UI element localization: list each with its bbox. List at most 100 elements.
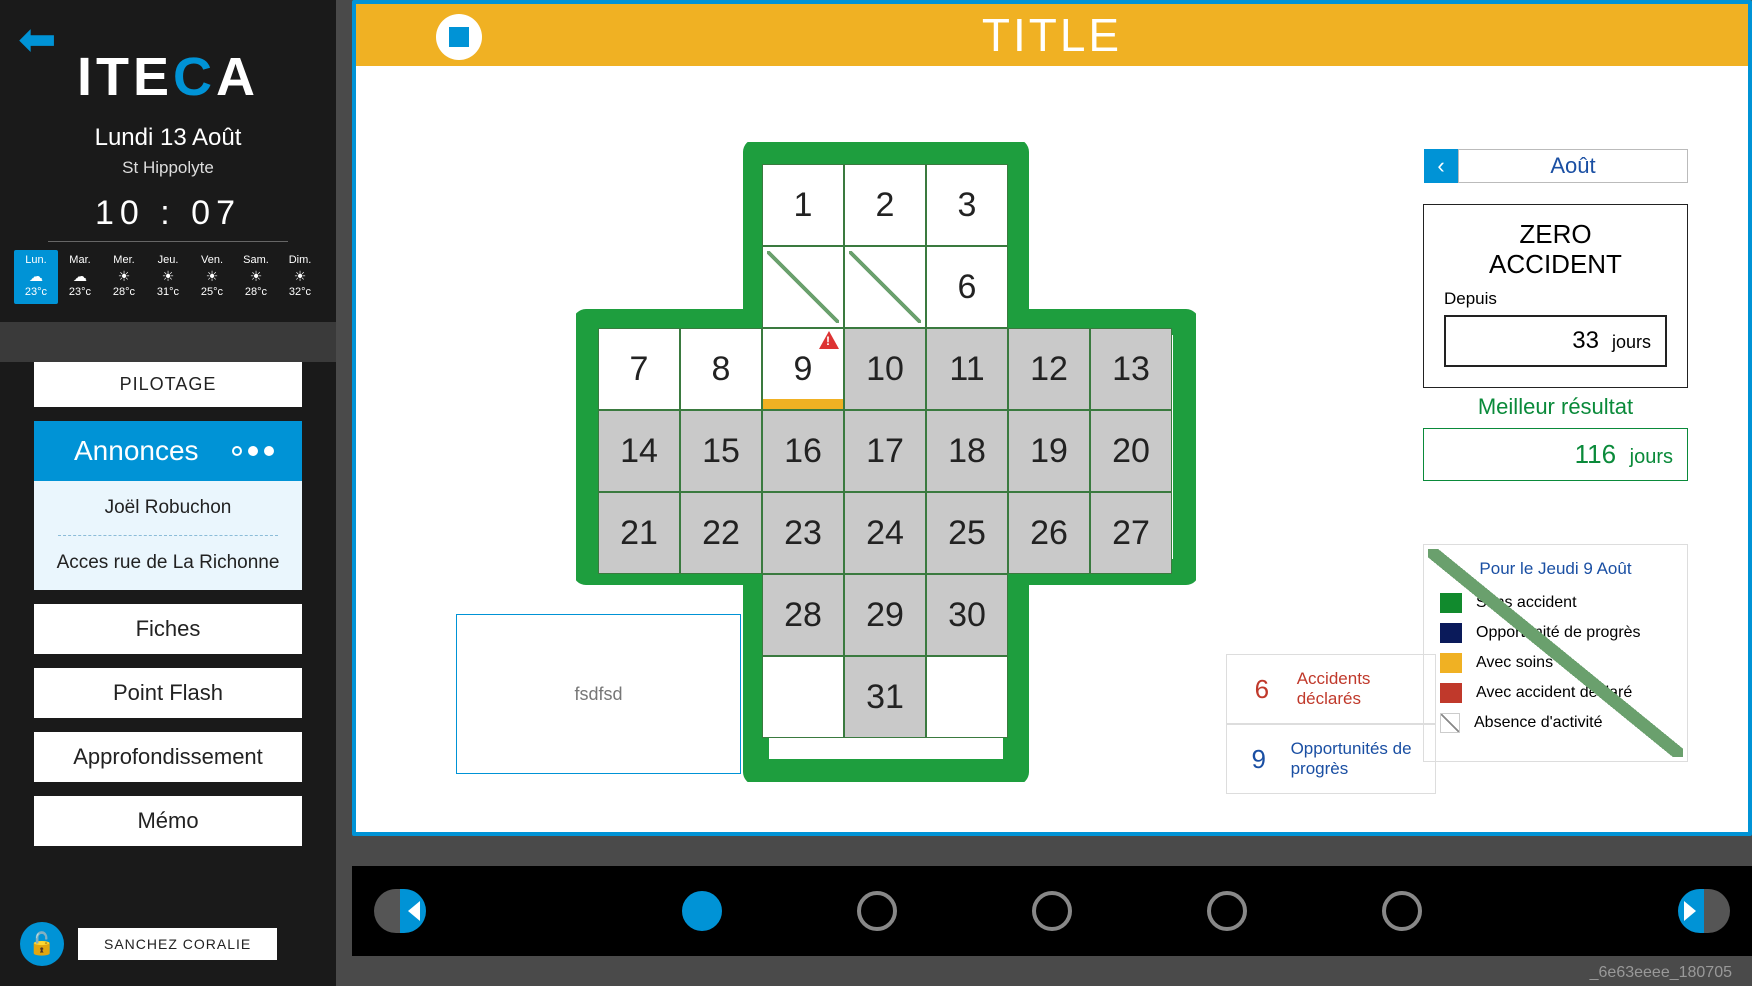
pager-prev[interactable] — [374, 889, 426, 933]
weather-day-4[interactable]: Ven.☀25°c — [190, 250, 234, 304]
note-box[interactable]: fsdfsd — [456, 614, 741, 774]
calendar-cell-0-2[interactable]: 1 — [762, 164, 844, 246]
weather-day-0[interactable]: Lun.☁23°c — [14, 250, 58, 304]
sidebar-nav: PILOTAGE Annonces Joël Robuchon Acces ru… — [0, 362, 336, 846]
weather-row: Lun.☁23°cMar.☁23°cMer.☀28°cJeu.☀31°cVen.… — [0, 250, 336, 304]
calendar-cell-5-2[interactable]: 28 — [762, 574, 844, 656]
zero-title-2: ACCIDENT — [1444, 249, 1667, 279]
calendar-cell-0-3[interactable]: 2 — [844, 164, 926, 246]
date-main: Lundi 13 Août — [0, 124, 336, 152]
calendar-cell-2-4[interactable]: 11 — [926, 328, 1008, 410]
nav-point-flash[interactable]: Point Flash — [34, 668, 302, 718]
pager-prev-grey-icon — [374, 889, 400, 933]
best-unit: jours — [1630, 446, 1673, 468]
nav-approfondissement[interactable]: Approfondissement — [34, 732, 302, 782]
stop-icon — [449, 27, 469, 47]
back-arrow-icon[interactable]: ⬅ — [18, 12, 57, 66]
weather-day-6[interactable]: Dim.☀32°c — [278, 250, 322, 304]
calendar-cell-2-6[interactable]: 13 — [1090, 328, 1172, 410]
calendar-cell-3-2[interactable]: 16 — [762, 410, 844, 492]
build-tag: _6e63eeee_180705 — [352, 964, 1752, 982]
stat-accidents-value: 6 — [1245, 674, 1279, 705]
best-value: 116 — [1575, 439, 1616, 469]
pager-dot-2[interactable] — [1032, 891, 1072, 931]
calendar-cell-3-5[interactable]: 19 — [1008, 410, 1090, 492]
calendar-cell-5-4[interactable]: 30 — [926, 574, 1008, 656]
calendar-cell-6-4[interactable] — [926, 656, 1008, 738]
calendar-cell-4-6[interactable]: 27 — [1090, 492, 1172, 574]
pager-dot-3[interactable] — [1207, 891, 1247, 931]
user-chip[interactable]: SANCHEZ CORALIE — [78, 928, 277, 960]
annonce-item-1[interactable]: Joël Robuchon — [34, 481, 302, 535]
best-value-box: 116 jours — [1423, 428, 1688, 481]
calendar-cell-2-0[interactable]: 7 — [598, 328, 680, 410]
annonce-item-2[interactable]: Acces rue de La Richonne — [34, 536, 302, 590]
stat-accidents: 6 Accidents déclarés — [1226, 654, 1436, 724]
date-sub: St Hippolyte — [0, 158, 336, 178]
pager-dot-0[interactable] — [682, 891, 722, 931]
calendar-cell-5-3[interactable]: 29 — [844, 574, 926, 656]
month-label[interactable]: Août — [1458, 149, 1688, 183]
legend-abs: Absence d'activité — [1440, 713, 1671, 733]
calendar-cell-3-0[interactable]: 14 — [598, 410, 680, 492]
unlock-icon[interactable]: 🔓 — [20, 922, 64, 966]
calendar-cell-6-3[interactable]: 31 — [844, 656, 926, 738]
page-title: TITLE — [982, 9, 1122, 61]
swatch-diag-icon — [1440, 713, 1460, 733]
pager-next[interactable] — [1678, 889, 1730, 933]
calendar-cell-2-1[interactable]: 8 — [680, 328, 762, 410]
main-panel: TITLE 1236789101112131415161718192021222… — [352, 0, 1752, 836]
calendar-cell-2-3[interactable]: 10 — [844, 328, 926, 410]
stat-opps-label: Opportunités de progrès — [1291, 739, 1417, 779]
calendar-cell-3-3[interactable]: 17 — [844, 410, 926, 492]
title-bar: TITLE — [356, 4, 1748, 66]
zero-title-1: ZERO — [1444, 219, 1667, 249]
calendar-cell-4-0[interactable]: 21 — [598, 492, 680, 574]
user-row: 🔓 SANCHEZ CORALIE — [0, 922, 336, 966]
pager-dots — [682, 891, 1422, 931]
calendar-cell-6-2[interactable] — [762, 656, 844, 738]
calendar-cell-2-2[interactable]: 9 — [762, 328, 844, 410]
weather-day-5[interactable]: Sam.☀28°c — [234, 250, 278, 304]
stat-opps-value: 9 — [1245, 744, 1273, 775]
footer-pager — [352, 866, 1752, 956]
calendar-cell-4-3[interactable]: 24 — [844, 492, 926, 574]
best-label: Meilleur résultat — [1423, 394, 1688, 420]
calendar-cell-1-4[interactable]: 6 — [926, 246, 1008, 328]
zero-count: 33 jours — [1444, 315, 1667, 367]
calendar-cell-4-5[interactable]: 26 — [1008, 492, 1090, 574]
sidebar-separator — [0, 322, 336, 362]
calendar-cell-3-1[interactable]: 15 — [680, 410, 762, 492]
weather-day-1[interactable]: Mar.☁23°c — [58, 250, 102, 304]
month-prev-button[interactable]: ‹ — [1424, 149, 1458, 183]
annonces-body: Joël Robuchon Acces rue de La Richonne — [34, 481, 302, 590]
calendar-cell-3-6[interactable]: 20 — [1090, 410, 1172, 492]
weather-day-3[interactable]: Jeu.☀31°c — [146, 250, 190, 304]
stat-opportunites: 9 Opportunités de progrès — [1226, 724, 1436, 794]
month-nav: ‹ Août — [1424, 149, 1688, 183]
sidebar: ⬅ ITECA Lundi 13 Août St Hippolyte 10 : … — [0, 0, 336, 986]
pager-dot-4[interactable] — [1382, 891, 1422, 931]
calendar-cell-4-4[interactable]: 25 — [926, 492, 1008, 574]
clock: 10 : 07 — [48, 194, 288, 242]
weather-day-2[interactable]: Mer.☀28°c — [102, 250, 146, 304]
calendar-cell-3-4[interactable]: 18 — [926, 410, 1008, 492]
calendar-cell-1-2[interactable] — [762, 246, 844, 328]
nav-annonces[interactable]: Annonces — [34, 421, 302, 481]
calendar-cell-4-2[interactable]: 23 — [762, 492, 844, 574]
nav-pilotage[interactable]: PILOTAGE — [34, 362, 302, 407]
nav-memo[interactable]: Mémo — [34, 796, 302, 846]
stat-accidents-label: Accidents déclarés — [1297, 669, 1417, 709]
calendar-cell-4-1[interactable]: 22 — [680, 492, 762, 574]
status-bar-orange — [763, 399, 843, 409]
stop-button[interactable] — [436, 14, 482, 60]
nav-annonces-block: Annonces Joël Robuchon Acces rue de La R… — [34, 421, 302, 590]
calendar-cell-2-5[interactable]: 12 — [1008, 328, 1090, 410]
pager-prev-blue-icon — [400, 889, 426, 933]
carousel-dots-icon — [232, 446, 274, 456]
pager-dot-1[interactable] — [857, 891, 897, 931]
zero-count-value: 33 — [1572, 327, 1599, 354]
calendar-cell-0-4[interactable]: 3 — [926, 164, 1008, 246]
nav-fiches[interactable]: Fiches — [34, 604, 302, 654]
calendar-cell-1-3[interactable] — [844, 246, 926, 328]
